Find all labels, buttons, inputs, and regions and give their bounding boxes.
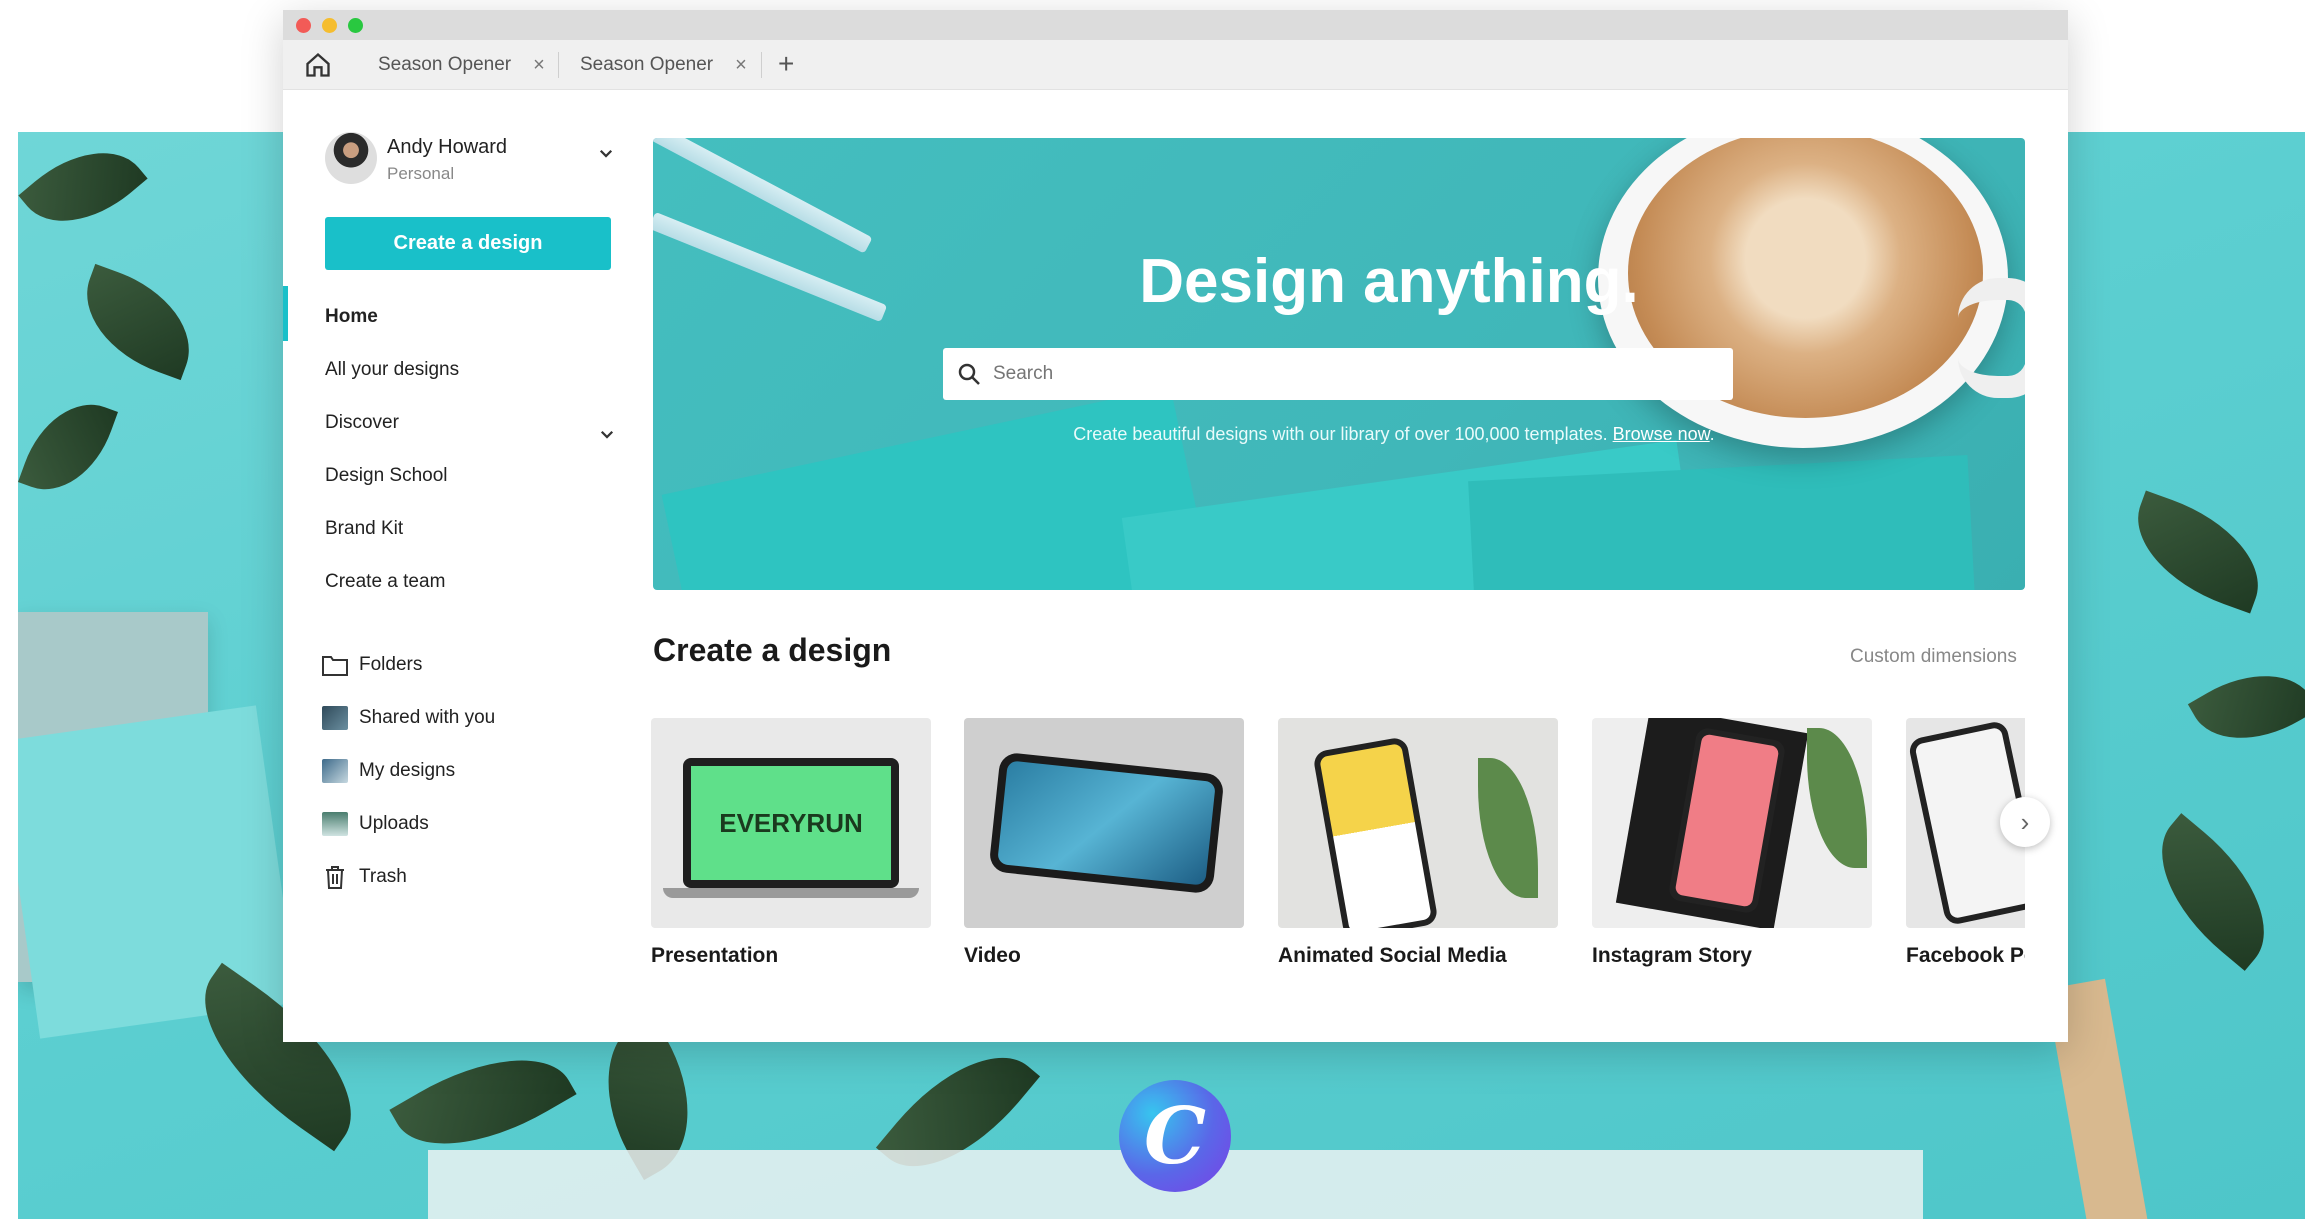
folder-icon [321,652,349,678]
hero-subtitle: Create beautiful designs with our librar… [653,424,2025,445]
canva-logo: C [1119,1080,1231,1192]
design-card-instagram-story[interactable]: Instagram Story [1592,718,1872,968]
library-shared[interactable]: Shared with you [321,705,495,731]
carousel-next-button[interactable]: › [2000,797,2050,847]
browse-now-link[interactable]: Browse now [1613,424,1710,444]
card-thumbnail [1278,718,1558,928]
account-switcher[interactable]: Andy Howard Personal [325,132,615,192]
search-bar[interactable] [943,348,1733,400]
account-name: Andy Howard [387,136,508,158]
maximize-window-button[interactable] [348,18,363,33]
screen: C Season Opener × Season Opener × + Andy… [0,0,2305,1219]
tab-label: Season Opener [378,54,512,75]
search-icon [958,363,980,385]
custom-dimensions-link[interactable]: Custom dimensions [1850,646,2017,668]
sidebar: Andy Howard Personal Create a design Hom… [283,90,623,1042]
design-type-carousel: EVERYRUN Presentation Video Animated Soc… [651,718,2025,988]
close-tab-icon[interactable]: × [735,54,747,77]
card-label: Presentation [651,944,779,967]
close-tab-icon[interactable]: × [533,54,545,77]
app-window: Season Opener × Season Opener × + Andy H… [283,10,2068,1042]
library-trash[interactable]: Trash [321,864,407,890]
design-card-video[interactable]: Video [964,718,1244,968]
home-tab[interactable] [283,40,353,90]
hero-title: Design anything. [1139,247,1639,316]
hero-subtitle-text: Create beautiful designs with our librar… [1073,424,1608,444]
close-window-button[interactable] [296,18,311,33]
chevron-down-icon [599,149,613,158]
search-input[interactable] [993,363,1693,385]
design-card-presentation[interactable]: EVERYRUN Presentation [651,718,931,968]
nav-brand-kit[interactable]: Brand Kit [325,518,403,540]
section-title: Create a design [653,632,892,668]
nav-all-designs[interactable]: All your designs [325,359,459,381]
library-label: Folders [359,654,423,675]
avatar [325,132,377,184]
card-thumbnail [1592,718,1872,928]
nav-discover[interactable]: Discover [325,412,399,434]
card-label: Instagram Story [1592,944,1752,967]
chevron-down-icon[interactable] [598,425,616,443]
trash-icon [321,864,349,890]
browser-tab[interactable]: Season Opener × [580,40,747,90]
library-label: My designs [359,760,456,781]
account-plan: Personal [387,164,455,183]
title-bar [283,10,2068,40]
card-thumbnail [964,718,1244,928]
card-label: Animated Social Media [1278,944,1507,967]
create-design-button[interactable]: Create a design [325,217,611,270]
nav-home[interactable]: Home [325,306,378,328]
uploads-thumbnail-icon [321,811,349,837]
minimize-window-button[interactable] [322,18,337,33]
tab-bar: Season Opener × Season Opener × + [283,40,2068,90]
designs-thumbnail-icon [321,758,349,784]
browser-tab[interactable]: Season Opener × [378,40,545,90]
nav-design-school[interactable]: Design School [325,465,448,487]
library-label: Shared with you [359,707,496,728]
shared-thumbnail-icon [321,705,349,731]
new-tab-button[interactable]: + [778,48,794,80]
card-label: Video [964,944,1021,967]
preview-text: EVERYRUN [691,766,891,880]
library-label: Trash [359,866,407,887]
library-label: Uploads [359,813,429,834]
period: . [1709,424,1715,444]
card-label: Facebook Po [1906,944,2025,967]
library-folders[interactable]: Folders [321,652,422,678]
design-card-facebook-post[interactable]: Facebook Po [1906,718,2025,968]
hero-banner: Design anything. Create beautiful design… [653,138,2025,590]
design-card-animated-social[interactable]: Animated Social Media [1278,718,1558,968]
active-nav-indicator [283,286,288,341]
tab-label: Season Opener [580,54,714,75]
library-my-designs[interactable]: My designs [321,758,455,784]
nav-create-team[interactable]: Create a team [325,571,445,593]
card-thumbnail: EVERYRUN [651,718,931,928]
home-icon [306,52,330,77]
library-uploads[interactable]: Uploads [321,811,429,837]
